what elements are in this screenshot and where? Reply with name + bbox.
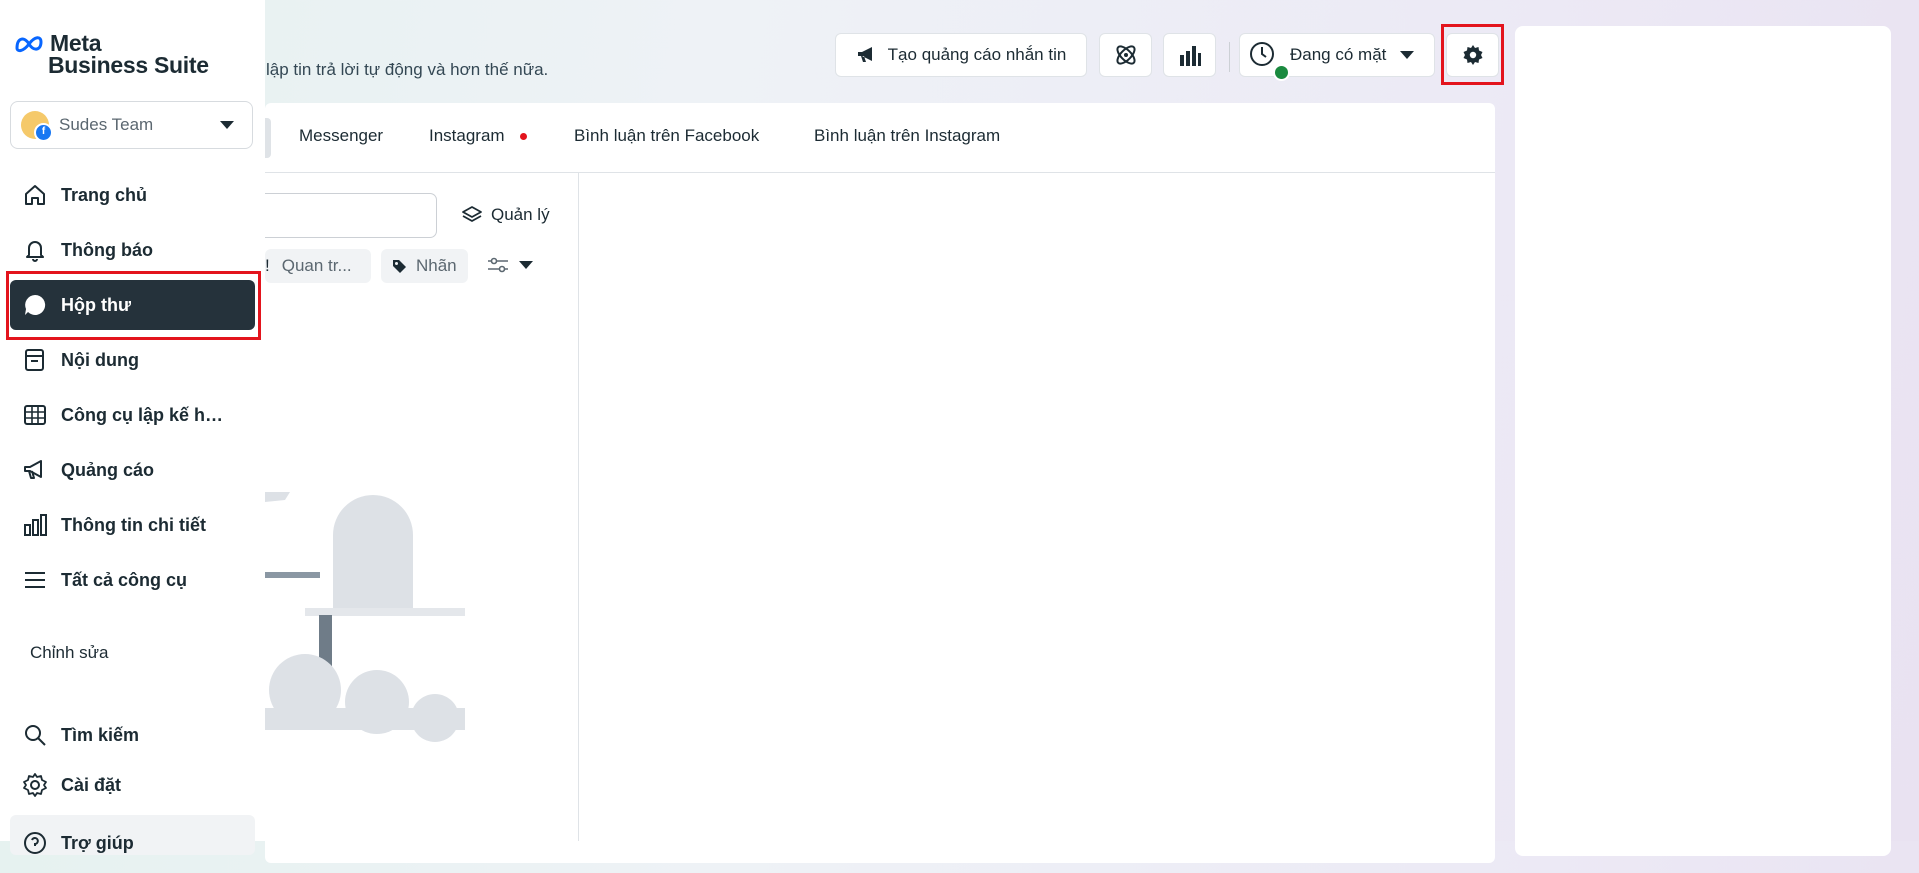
calendar-grid-icon: [24, 405, 46, 425]
sliders-icon: [488, 257, 508, 273]
caret-down-icon: [220, 121, 234, 129]
sidebar-item-inbox[interactable]: Hộp thư: [10, 280, 255, 330]
caret-down-icon: [1400, 51, 1415, 59]
highlight-box-settings: [1441, 24, 1504, 85]
sidebar-item-label: Trang chủ: [61, 184, 148, 205]
menu-icon: [25, 572, 45, 588]
manage-button[interactable]: Quản lý: [461, 204, 550, 226]
sidebar-item-settings[interactable]: Cài đặt: [10, 761, 255, 809]
account-switcher[interactable]: f Sudes Team: [10, 101, 253, 149]
manage-label: Quản lý: [491, 205, 550, 224]
header-divider: [1229, 42, 1230, 72]
chat-bubble-icon: [25, 294, 46, 315]
home-icon: [25, 185, 45, 205]
sidebar-item-label: Công cụ lập kế hoạch: [61, 404, 231, 425]
content-icon: [25, 349, 44, 371]
sidebar-item-all-tools[interactable]: Tất cả công cụ: [10, 556, 255, 604]
layers-icon: [462, 206, 482, 222]
tab-instagram-comments[interactable]: Bình luận trên Instagram: [814, 126, 1000, 146]
availability-status-label: Đang có mặt: [1290, 45, 1387, 64]
filter-chip-label: Quan tr...: [281, 256, 352, 275]
tab-messenger[interactable]: Messenger: [299, 126, 383, 146]
tab-facebook-comments[interactable]: Bình luận trên Facebook: [574, 126, 759, 146]
sidebar-item-notifications[interactable]: Thông báo: [10, 226, 255, 274]
search-input[interactable]: [265, 193, 437, 238]
megaphone-icon: [857, 47, 872, 62]
sidebar-item-label: Tìm kiếm: [61, 724, 140, 745]
tabs-divider: [265, 172, 1495, 173]
filter-options-button[interactable]: [487, 255, 533, 275]
sidebar-item-insights[interactable]: Thông tin chi tiết: [10, 501, 255, 549]
sidebar-item-planner[interactable]: Công cụ lập kế hoạch: [10, 391, 255, 439]
bell-icon: [26, 241, 44, 262]
facebook-badge-icon: f: [34, 123, 53, 142]
sidebar-item-label: Thông báo: [61, 239, 153, 260]
sidebar-item-home[interactable]: Trang chủ: [10, 171, 255, 219]
sidebar-item-label: Hộp thư: [61, 294, 132, 315]
empty-inbox-illustration: [265, 492, 465, 742]
status-clock-icon: [1248, 40, 1290, 81]
online-status-dot: [1273, 64, 1290, 81]
filter-chip[interactable]: ! Quan tr...: [265, 249, 371, 283]
bar-chart-icon: [24, 514, 47, 536]
sidebar-item-label: Tất cả công cụ: [61, 569, 188, 590]
sidebar-item-help[interactable]: Trợ giúp: [10, 815, 255, 855]
sidebar-item-search[interactable]: Tìm kiếm: [10, 711, 255, 759]
create-message-ad-button[interactable]: Tạo quảng cáo nhắn tin: [835, 33, 1087, 77]
tag-chip-label: Nhãn: [416, 256, 457, 275]
sidebar-item-content[interactable]: Nội dung: [10, 336, 255, 384]
meta-infinity-icon: [15, 35, 43, 52]
gear-icon: [23, 773, 47, 797]
ai-assistant-button[interactable]: [1099, 33, 1152, 77]
notification-dot: [520, 133, 527, 140]
brand-line-2: Business Suite: [48, 52, 209, 78]
sidebar-item-ads[interactable]: Quảng cáo: [10, 446, 255, 494]
sidebar-item-label: Quảng cáo: [61, 459, 155, 480]
create-message-ad-label: Tạo quảng cáo nhắn tin: [887, 45, 1067, 64]
tag-icon: [393, 259, 406, 273]
chip-icon: !: [265, 256, 270, 275]
bar-chart-icon: [1179, 46, 1201, 66]
tab-selected-indicator: [265, 118, 271, 158]
caret-down-icon: [519, 261, 533, 269]
tab-instagram[interactable]: Instagram: [429, 126, 505, 146]
right-side-panel: [1515, 26, 1891, 856]
atom-icon: [1115, 45, 1136, 65]
sidebar-item-label: Thông tin chi tiết: [61, 514, 206, 535]
account-name: Sudes Team: [59, 115, 154, 134]
page-subtitle: lập tin trả lời tự động và hơn thế nữa.: [266, 60, 549, 79]
sidebar-item-label: Trợ giúp: [61, 832, 134, 853]
insights-button[interactable]: [1163, 33, 1216, 77]
list-divider: [578, 173, 579, 841]
search-icon: [25, 725, 46, 746]
account-avatar: f: [21, 111, 53, 142]
sidebar-item-label: Nội dung: [61, 349, 139, 370]
edit-link[interactable]: Chỉnh sửa: [30, 643, 108, 663]
help-icon: [24, 832, 46, 854]
megaphone-icon: [24, 460, 42, 479]
sidebar-item-label: Cài đặt: [61, 774, 122, 795]
availability-status-button[interactable]: Đang có mặt: [1239, 33, 1435, 81]
tag-filter-chip[interactable]: Nhãn: [381, 249, 468, 283]
sidebar: Meta Business Suite f Sudes Team Trang c…: [0, 0, 265, 855]
